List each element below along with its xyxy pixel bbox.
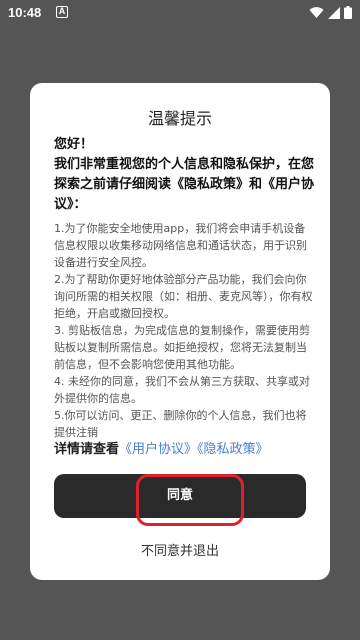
a-box-icon: A — [56, 6, 68, 18]
decline-and-exit-button[interactable]: 不同意并退出 — [30, 540, 330, 559]
privacy-policy-link[interactable]: 《隐私政策》 — [197, 442, 269, 457]
dialog-title: 温馨提示 — [147, 109, 212, 128]
status-icons — [309, 6, 352, 19]
permission-item-5: 5.你可以访问、更正、删除你的个人信息，我们也将提供注销 — [54, 409, 307, 439]
greeting-text: 您好！ — [54, 137, 94, 152]
battery-icon — [344, 6, 352, 19]
permission-item-1: 1.为了你能安全地使用app，我们将会申请手机设备信息权限以收集移动网络信息和通… — [54, 222, 307, 269]
details-prefix: 详情请查看 — [54, 442, 120, 457]
privacy-dialog: 温馨提示 您好！ 我们非常重视您的个人信息和隐私保护，在您探索之前请仔细阅读《隐… — [30, 83, 330, 580]
wifi-icon — [309, 6, 324, 18]
user-agreement-link[interactable]: 《用户协议》 — [119, 442, 197, 457]
status-bar: 10:48 A — [0, 0, 360, 26]
permission-item-2: 2.为了帮助你更好地体验部分产品功能，我们会向你询问所需的相关权限（如：相册、麦… — [54, 273, 313, 320]
signal-icon — [328, 6, 340, 19]
permission-item-4: 4. 未经你的同意，我们不会从第三方获取、共享或对外提供你的信息。 — [54, 375, 310, 405]
agree-button[interactable]: 同意 — [54, 474, 306, 518]
permission-list: 1.为了你能安全地使用app，我们将会申请手机设备信息权限以收集移动网络信息和通… — [54, 220, 316, 441]
details-line: 详情请查看《用户协议》《隐私政策》 — [54, 438, 324, 457]
permission-item-3: 3. 剪贴板信息，为完成信息的复制操作，需要使用剪贴板以复制所需信息。如拒绝授权… — [54, 324, 310, 371]
status-time: 10:48 — [8, 5, 42, 20]
intro-text: 我们非常重视您的个人信息和隐私保护，在您探索之前请仔细阅读《隐私政策》和《用户协… — [54, 157, 315, 212]
